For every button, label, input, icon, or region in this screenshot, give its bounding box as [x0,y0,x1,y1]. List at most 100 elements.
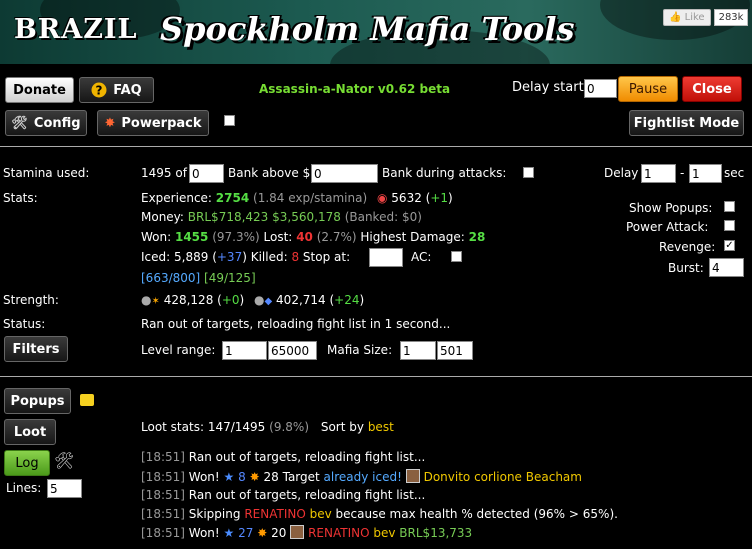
won-lost-line: Won: 1455 (97.3%) Lost: 40 (2.7%) Highes… [141,230,485,244]
log-time: [18:51] [141,507,185,521]
avatar [405,469,420,483]
attack-value: 428,128 [163,293,214,307]
burst-input[interactable] [709,258,744,277]
level-min-input[interactable] [222,341,267,360]
delay-start-input[interactable] [584,79,617,98]
lines-input[interactable] [47,479,82,498]
revenge-checkbox[interactable]: ✓ [724,240,735,251]
facebook-like-widget[interactable]: 👍 Like 283k [663,9,749,26]
pause-label: Pause [628,81,668,97]
lost-value: 40 [296,230,313,244]
close-button[interactable]: Close [682,76,742,102]
banked: (Banked: $0) [344,210,422,224]
attack-icon: ● [141,293,152,307]
highest-value: 28 [468,230,486,244]
delay-unit: sec [724,166,745,180]
log-won: Won! [188,470,220,484]
status-label: Status: [3,317,46,331]
stop-at-label: Stop at: [302,250,351,264]
stamina-limit-input[interactable] [189,164,224,183]
popups-button[interactable]: Popups [4,388,71,414]
filters-button[interactable]: Filters [4,336,68,362]
log-text: Skipping [188,507,241,521]
delay-min-input[interactable] [641,164,676,183]
skill-value: 5632 [391,191,422,205]
level-max-input[interactable] [268,341,317,360]
lost-label: Lost: [263,230,293,244]
status-text: Ran out of targets, reloading fight list… [141,317,451,331]
power-attack-checkbox[interactable] [724,220,735,231]
star-count: 8 [238,470,246,484]
mafia-min-input[interactable] [400,341,436,360]
delay-max-input[interactable] [689,164,722,183]
defense-icon: ● [254,293,265,307]
money-label: Money: [141,210,184,224]
faq-button[interactable]: ? FAQ [79,77,154,103]
burst-count: 20 [271,526,287,540]
lines-label: Lines: [6,481,42,495]
experience-label: Experience: [141,191,212,205]
note-icon[interactable] [80,394,94,406]
won-pct: (97.3%) [212,230,260,244]
strength-label: Strength: [3,293,59,307]
show-popups-checkbox[interactable] [724,201,735,212]
ac-label: AC: [411,250,432,264]
fightlist-mode-label: Fightlist Mode [633,115,740,131]
log-time: [18:51] [141,470,185,484]
burst-count: 28 [263,470,279,484]
highest-label: Highest Damage: [360,230,465,244]
money-line: Money: BRL$718,423 $3,560,178 (Banked: $… [141,210,422,224]
ac-checkbox[interactable] [451,251,462,262]
stamina-value: 1495 of [141,166,187,180]
bracket-line: [663/800] [49/125] [141,271,256,285]
target-name-link[interactable]: RENATINO [244,507,305,521]
log-note: already iced! [323,470,402,484]
powerpack-button[interactable]: ✸ Powerpack [97,110,209,136]
skill-icon: ◉ [376,191,388,205]
log-line: [18:51] Skipping RENATINO bev because ma… [141,507,618,521]
stop-at-input[interactable] [369,248,403,267]
powerpack-checkbox[interactable] [224,115,235,126]
filters-label: Filters [12,341,60,357]
killed-value: 8 [291,250,300,264]
stamina-bracket: [663/800] [141,271,201,285]
stats-label: Stats: [3,191,38,205]
header-banner: BRAZIL Spockholm Mafia Tools 👍 Like 283k [0,0,752,64]
fightlist-mode-button[interactable]: Fightlist Mode [629,110,744,136]
delay-start-label: Delay start [512,80,584,95]
config-button[interactable]: 🛠 Config [5,110,87,136]
log-text: Ran out of targets, reloading fight list… [188,488,426,502]
bank-during-checkbox[interactable] [523,167,534,178]
like-button[interactable]: 👍 Like [663,9,711,26]
target-name-link[interactable]: Donvito corlione Beacham [424,470,582,484]
donate-button[interactable]: Donate [5,77,74,103]
burst-label: Burst: [668,261,704,275]
popups-label: Popups [10,393,65,409]
log-button[interactable]: Log [4,450,50,476]
target-name-link[interactable]: bev [373,526,395,540]
pause-button[interactable]: Pause [618,76,678,102]
wrench-icon[interactable]: 🛠 [54,451,74,470]
iced-label: Iced: [141,250,171,264]
target-name-link[interactable]: RENATINO [308,526,369,540]
iced-delta: +37 [216,250,243,264]
log-line: [18:51] Won! ★ 27 ✸ 20 RENATINO bev BRL$… [141,525,472,540]
mafia-max-input[interactable] [437,341,473,360]
star-icon: ★ [223,526,235,540]
loot-button[interactable]: Loot [4,419,56,445]
bank-above-input[interactable] [311,164,378,183]
svg-text:?: ? [96,84,103,98]
skill-delta: +1 [430,191,449,205]
log-won: Won! [188,526,220,540]
won-label: Won: [141,230,172,244]
bank-above-label: Bank above $ [228,166,311,180]
defense-value: 402,714 [276,293,326,307]
sort-by-label: Sort by [320,420,364,434]
mafia-size-label: Mafia Size: [327,343,393,357]
target-name-link[interactable]: bev [310,507,332,521]
sort-by-link[interactable]: best [368,420,394,434]
log-line: [18:51] Won! ★ 8 ✸ 28 Target already ice… [141,469,582,484]
show-popups-label: Show Popups: [629,201,713,215]
loot-label: Loot [13,424,47,440]
loot-stats-value: 147/1495 [207,420,266,434]
